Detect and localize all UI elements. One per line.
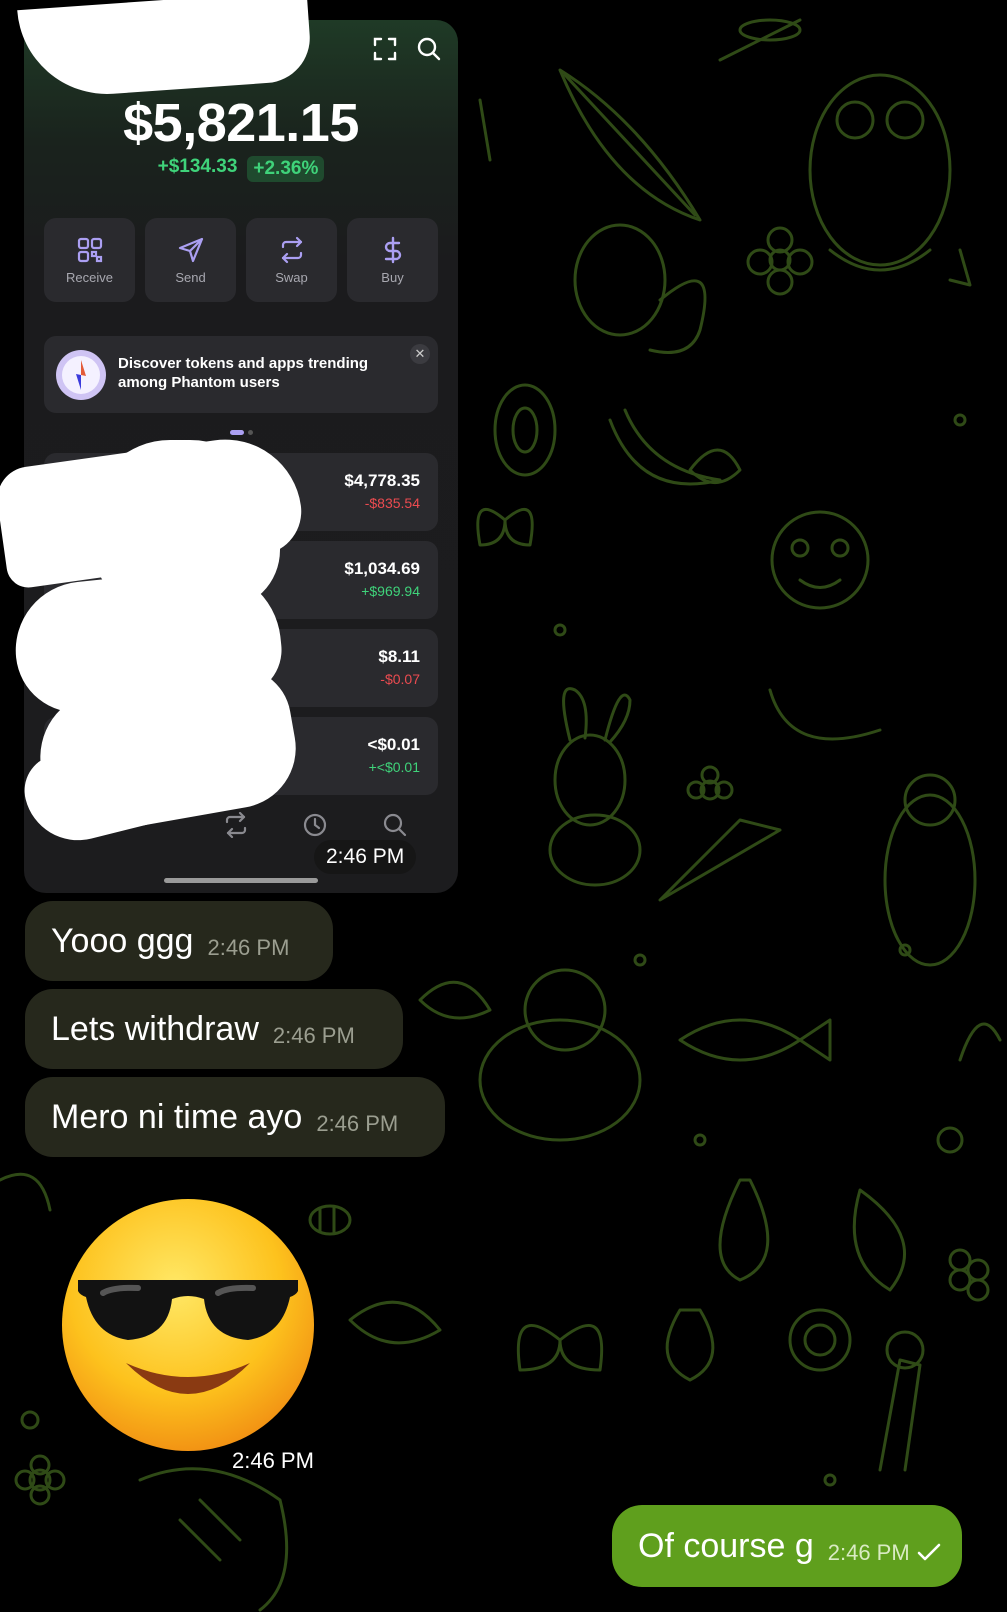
home-indicator <box>164 878 318 883</box>
change-amount: +$134.33 <box>157 156 238 177</box>
balance-change: +$134.33 +2.36% <box>24 156 458 182</box>
message-timestamp: 2:46 PM <box>314 840 417 874</box>
swap-icon <box>281 236 302 263</box>
search-icon[interactable] <box>416 36 442 62</box>
message-text: Of course g <box>638 1526 814 1565</box>
receive-label: Receive <box>66 269 113 285</box>
token-value: $4,778.35 <box>344 471 420 490</box>
token-value: <$0.01 <box>367 735 420 754</box>
message-timestamp: 2:46 PM <box>272 1023 355 1048</box>
message-text: Yooo ggg <box>51 921 194 960</box>
message-timestamp: 2:46 PM <box>232 1448 314 1473</box>
banner-pagination <box>24 430 458 435</box>
buy-label: Buy <box>381 269 404 285</box>
compass-icon <box>56 350 106 400</box>
wallet-balance: $5,821.15 <box>123 93 359 153</box>
search-icon[interactable] <box>382 812 408 838</box>
outgoing-message[interactable]: Of course g 2:46 PM <box>612 1505 962 1587</box>
swap-label: Swap <box>275 269 308 285</box>
pagination-dot-active <box>229 430 244 435</box>
qr-code-icon <box>77 237 102 262</box>
incoming-message[interactable]: Lets withdraw 2:46 PM <box>25 989 403 1069</box>
send-button[interactable]: Send <box>145 218 236 302</box>
expand-icon[interactable] <box>372 36 398 62</box>
message-text: Lets withdraw <box>51 1009 259 1048</box>
wallet-top-icons <box>372 36 442 62</box>
incoming-message[interactable]: Mero ni time ayo 2:46 PM <box>25 1077 445 1157</box>
send-label: Send <box>175 269 206 285</box>
message-timestamp: 2:46 PM <box>827 1540 910 1565</box>
incoming-message[interactable]: Yooo ggg 2:46 PM <box>25 901 333 981</box>
token-change: -$835.54 <box>364 495 420 511</box>
swap-button[interactable]: Swap <box>246 218 337 302</box>
message-text: Mero ni time ayo <box>51 1097 303 1136</box>
token-change: -$0.07 <box>380 671 420 687</box>
send-icon <box>178 237 203 262</box>
buy-button[interactable]: Buy <box>347 218 438 302</box>
token-value: $8.11 <box>378 647 420 666</box>
message-timestamp: 2:46 PM <box>207 935 290 960</box>
token-change: +$969.94 <box>361 583 420 599</box>
wallet-actions: Receive Send Swap Buy <box>44 218 438 302</box>
sunglasses-emoji-sticker[interactable] <box>58 1195 318 1455</box>
sent-check-icon <box>917 1543 940 1561</box>
discover-text: Discover tokens and apps trending among … <box>118 355 369 391</box>
token-change: +<$0.01 <box>368 759 420 775</box>
close-icon[interactable]: ✕ <box>410 344 430 364</box>
receive-button[interactable]: Receive <box>44 218 135 302</box>
token-value: $1,034.69 <box>344 559 420 578</box>
swap-icon[interactable] <box>223 812 249 838</box>
pagination-dot <box>247 430 253 435</box>
dollar-icon <box>384 236 401 263</box>
message-timestamp: 2:46 PM <box>316 1111 399 1136</box>
history-icon[interactable] <box>302 812 328 838</box>
discover-banner[interactable]: Discover tokens and apps trending among … <box>44 336 438 413</box>
change-percent-badge: +2.36% <box>247 156 325 182</box>
